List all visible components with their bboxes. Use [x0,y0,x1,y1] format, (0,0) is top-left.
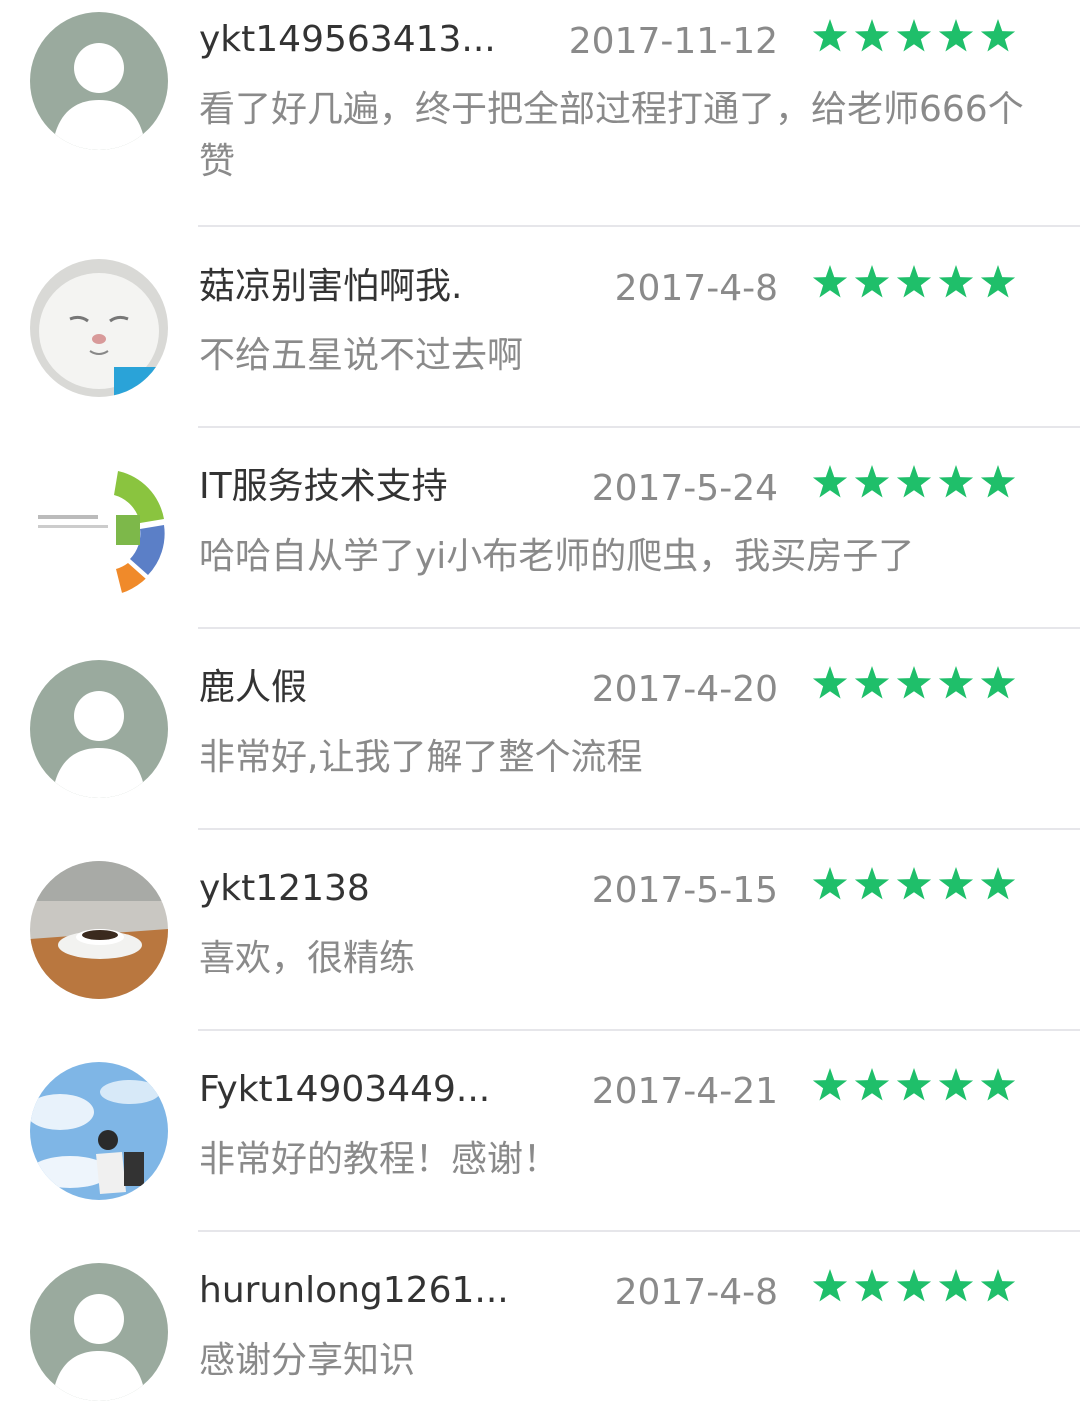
coffee-photo-avatar[interactable] [30,861,168,999]
star-icon [854,1269,890,1302]
review-comment: 非常好,让我了解了整个流程 [199,737,643,778]
review-date: 2017-4-21 [591,1071,778,1112]
review-item: ykt149563413... 2017-11-12 看了好几遍，终于把全部过程… [0,0,1080,227]
star-icon [812,666,848,699]
review-item: hurunlong1261... 2017-4-8 感谢分享知识 [0,1231,1080,1411]
star-icon [812,867,848,900]
star-icon [812,1269,848,1302]
review-comment: 非常好的教程！感谢！ [199,1139,560,1180]
review-username[interactable]: IT服务技术支持 [199,465,448,509]
review-comment: 哈哈自从学了yi小布老师的爬虫，我买房子了 [199,536,915,577]
star-icon [980,19,1016,52]
default-avatar-icon[interactable] [30,12,168,150]
star-icon [896,666,932,699]
review-item: 鹿人假 2017-4-20 非常好,让我了解了整个流程 [0,628,1080,830]
star-icon [980,666,1016,699]
review-username[interactable]: ykt12138 [199,867,370,911]
review-comment: 不给五星说不过去啊 [199,335,524,376]
review-username[interactable]: Fykt14903449... [199,1068,490,1112]
cat-photo-avatar[interactable] [30,259,168,397]
star-icon [980,265,1016,298]
review-item: ykt12138 2017-5-15 喜欢，很精练 [0,829,1080,1031]
star-icon [938,867,974,900]
star-rating [812,18,1016,54]
star-rating [812,1268,1016,1304]
star-icon [980,465,1016,498]
review-date: 2017-4-8 [614,268,778,309]
star-icon [980,1068,1016,1101]
star-icon [896,19,932,52]
review-username[interactable]: 鹿人假 [199,666,307,710]
star-icon [980,867,1016,900]
default-avatar-icon[interactable] [30,1263,168,1401]
review-username[interactable]: 菇凉别害怕啊我. [199,265,462,309]
review-date: 2017-4-20 [591,669,778,710]
diagram-avatar[interactable] [30,459,168,597]
star-rating [812,1067,1016,1103]
review-comment: 喜欢，很精练 [199,938,416,979]
star-icon [938,465,974,498]
review-username[interactable]: ykt149563413... [199,18,496,62]
review-date: 2017-5-15 [591,870,778,911]
star-icon [896,867,932,900]
review-date: 2017-11-12 [568,21,778,62]
review-date: 2017-4-8 [614,1272,778,1313]
star-icon [812,1068,848,1101]
star-icon [938,666,974,699]
star-icon [854,265,890,298]
star-icon [938,1068,974,1101]
star-rating [812,264,1016,300]
sky-photo-avatar[interactable] [30,1062,168,1200]
star-icon [854,867,890,900]
star-rating [812,665,1016,701]
star-icon [938,1269,974,1302]
star-icon [812,19,848,52]
star-icon [980,1269,1016,1302]
star-icon [812,465,848,498]
star-rating [812,464,1016,500]
review-item: IT服务技术支持 2017-5-24 哈哈自从学了yi小布老师的爬虫，我买房子了 [0,427,1080,629]
star-icon [938,19,974,52]
star-rating [812,866,1016,902]
review-date: 2017-5-24 [591,468,778,509]
star-icon [812,265,848,298]
star-icon [854,1068,890,1101]
review-item: 菇凉别害怕啊我. 2017-4-8 不给五星说不过去啊 [0,227,1080,428]
review-comment: 感谢分享知识 [199,1340,416,1381]
star-icon [854,666,890,699]
default-avatar-icon[interactable] [30,660,168,798]
star-icon [896,265,932,298]
star-icon [938,265,974,298]
star-icon [896,465,932,498]
review-comment: 看了好几遍，终于把全部过程打通了，给老师666个赞 [199,89,1024,182]
star-icon [854,465,890,498]
review-item: Fykt14903449... 2017-4-21 非常好的教程！感谢！ [0,1030,1080,1232]
review-username[interactable]: hurunlong1261... [199,1269,509,1313]
star-icon [896,1068,932,1101]
star-icon [896,1269,932,1302]
star-icon [854,19,890,52]
